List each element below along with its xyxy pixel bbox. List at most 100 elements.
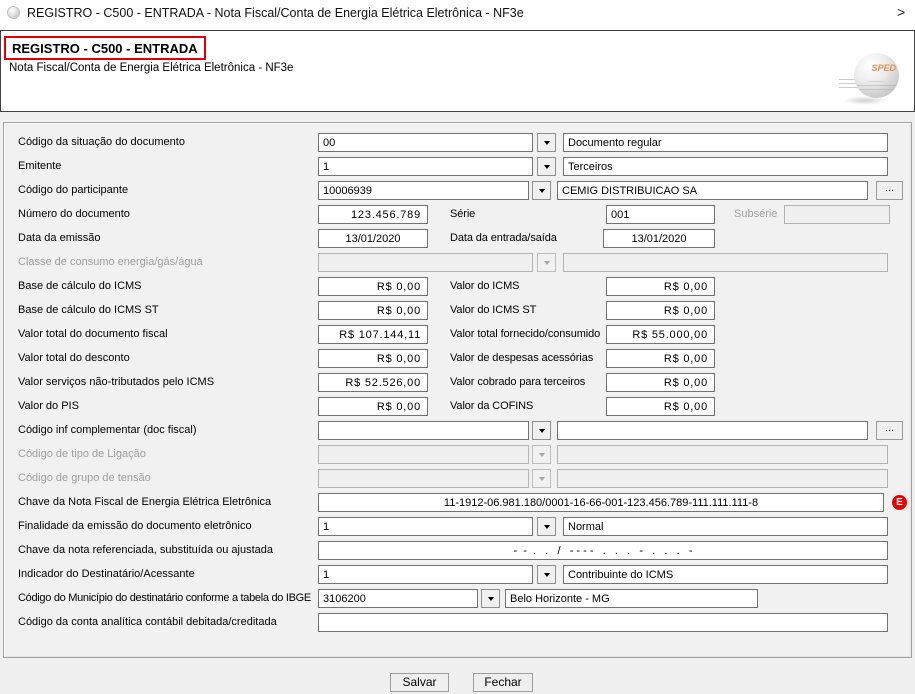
municipio-desc-field[interactable]: Belo Horizonte - MG	[505, 589, 758, 608]
grupo-tensao-dropdown-button	[532, 469, 551, 488]
label-serie: Série	[450, 205, 475, 224]
emitente-code-input[interactable]: 1	[318, 157, 533, 176]
app-icon	[7, 6, 20, 19]
sped-logo-icon: SPED	[854, 53, 899, 98]
chevron-down-icon	[544, 573, 550, 577]
tipo-ligacao-dropdown-button	[532, 445, 551, 464]
participante-dropdown-button[interactable]	[532, 181, 551, 200]
label-classe-consumo: Classe de consumo energia/gás/água	[18, 253, 203, 272]
inf-complementar-desc-field[interactable]	[557, 421, 868, 440]
label-municipio-ibge: Código do Município do destinatário conf…	[18, 589, 311, 608]
chevron-down-icon	[544, 141, 550, 145]
label-data-entrada: Data da entrada/saída	[450, 229, 557, 248]
situacao-desc-field[interactable]: Documento regular	[563, 133, 888, 152]
label-chave-referenciada: Chave da nota referenciada, substituída …	[18, 541, 273, 560]
label-bc-icms: Base de cálculo do ICMS	[18, 277, 142, 296]
chevron-down-icon	[544, 165, 550, 169]
chave-nf3e-input[interactable]: 11-1912-06.981.180/0001-16-66-001-123.45…	[318, 493, 884, 512]
label-valor-cofins: Valor da COFINS	[450, 397, 533, 416]
participante-browse-button[interactable]: ...	[876, 181, 903, 200]
participante-desc-field[interactable]: CEMIG DISTRIBUICAO SA	[557, 181, 868, 200]
valor-desconto-input[interactable]: R$ 0,00	[318, 349, 428, 368]
label-chave-nf3e: Chave da Nota Fiscal de Energia Elétrica…	[18, 493, 271, 512]
label-valor-icms: Valor do ICMS	[450, 277, 519, 296]
emitente-desc-field[interactable]: Terceiros	[563, 157, 888, 176]
window: REGISTRO - C500 - ENTRADA - Nota Fiscal/…	[0, 0, 915, 694]
label-indicador-destinatario: Indicador do Destinatário/Acessante	[18, 565, 195, 584]
despesas-acessorias-input[interactable]: R$ 0,00	[606, 349, 715, 368]
municipio-dropdown-button[interactable]	[481, 589, 500, 608]
valor-cofins-input[interactable]: R$ 0,00	[606, 397, 715, 416]
label-conta-analitica: Código da conta analítica contábil debit…	[18, 613, 277, 632]
label-valor-fornecido: Valor total fornecido/consumido	[450, 325, 600, 344]
bc-icms-st-input[interactable]: R$ 0,00	[318, 301, 428, 320]
tipo-ligacao-code-input	[318, 445, 529, 464]
label-participante: Código do participante	[18, 181, 128, 200]
indicador-code-input[interactable]: 1	[318, 565, 533, 584]
tipo-ligacao-desc-field	[557, 445, 888, 464]
label-tipo-ligacao: Código de tipo de Ligação	[18, 445, 146, 464]
label-valor-pis: Valor do PIS	[18, 397, 79, 416]
classe-code-input	[318, 253, 533, 272]
finalidade-code-input[interactable]: 1	[318, 517, 533, 536]
indicador-desc-field[interactable]: Contribuinte do ICMS	[563, 565, 888, 584]
valor-total-doc-input[interactable]: R$ 107.144,11	[318, 325, 428, 344]
inf-complementar-code-input[interactable]	[318, 421, 529, 440]
error-badge: E	[892, 495, 907, 510]
header-title-box: REGISTRO - C500 - ENTRADA	[4, 36, 206, 60]
chevron-down-icon	[539, 189, 545, 193]
classe-desc-field	[563, 253, 888, 272]
finalidade-dropdown-button[interactable]	[537, 517, 556, 536]
chevron-down-icon	[544, 261, 550, 265]
chevron-down-icon	[539, 477, 545, 481]
label-valor-desconto: Valor total do desconto	[18, 349, 130, 368]
save-button[interactable]: Salvar	[390, 673, 449, 692]
label-data-emissao: Data da emissão	[18, 229, 101, 248]
label-situacao: Código da situação do documento	[18, 133, 185, 152]
inf-complementar-browse-button[interactable]: ...	[876, 421, 903, 440]
conta-analitica-input[interactable]	[318, 613, 888, 632]
valor-pis-input[interactable]: R$ 0,00	[318, 397, 428, 416]
chevron-down-icon	[544, 525, 550, 529]
header-panel: REGISTRO - C500 - ENTRADA Nota Fiscal/Co…	[0, 30, 915, 112]
serie-input[interactable]: 001	[606, 205, 715, 224]
situacao-dropdown-button[interactable]	[537, 133, 556, 152]
emitente-dropdown-button[interactable]	[537, 157, 556, 176]
municipio-code-input[interactable]: 3106200	[318, 589, 478, 608]
chevron-down-icon	[539, 453, 545, 457]
chevron-down-icon	[488, 597, 494, 601]
chevron-down-icon	[539, 429, 545, 433]
label-finalidade: Finalidade da emissão do documento eletr…	[18, 517, 252, 536]
label-nao-tributados: Valor serviços não-tributados pelo ICMS	[18, 373, 214, 392]
page-title: REGISTRO - C500 - ENTRADA	[12, 41, 198, 56]
label-emitente: Emitente	[18, 157, 61, 176]
participante-code-input[interactable]: 10006939	[318, 181, 529, 200]
situacao-code-input[interactable]: 00	[318, 133, 533, 152]
classe-dropdown-button	[537, 253, 556, 272]
data-entrada-input[interactable]: 13/01/2020	[603, 229, 715, 248]
label-inf-complementar: Código inf complementar (doc fiscal)	[18, 421, 197, 440]
data-emissao-input[interactable]: 13/01/2020	[318, 229, 428, 248]
valor-icms-input[interactable]: R$ 0,00	[606, 277, 715, 296]
expand-chevron-icon[interactable]: >	[897, 4, 905, 20]
numero-input[interactable]: 123.456.789	[318, 205, 428, 224]
cobrado-terceiros-input[interactable]: R$ 0,00	[606, 373, 715, 392]
label-valor-icms-st: Valor do ICMS ST	[450, 301, 536, 320]
label-bc-icms-st: Base de cálculo do ICMS ST	[18, 301, 159, 320]
valor-icms-st-input[interactable]: R$ 0,00	[606, 301, 715, 320]
sped-logo-text: SPED	[871, 63, 896, 73]
finalidade-desc-field[interactable]: Normal	[563, 517, 888, 536]
close-button[interactable]: Fechar	[473, 673, 533, 692]
grupo-tensao-desc-field	[557, 469, 888, 488]
bc-icms-input[interactable]: R$ 0,00	[318, 277, 428, 296]
valor-fornecido-input[interactable]: R$ 55.000,00	[606, 325, 715, 344]
label-subserie: Subsérie	[734, 205, 777, 224]
inf-complementar-dropdown-button[interactable]	[532, 421, 551, 440]
page-subtitle: Nota Fiscal/Conta de Energia Elétrica El…	[9, 62, 293, 74]
chave-referenciada-input[interactable]: - - . . / - - - - . . . - . . . -	[318, 541, 888, 560]
label-cobrado-terceiros: Valor cobrado para terceiros	[450, 373, 585, 392]
indicador-dropdown-button[interactable]	[537, 565, 556, 584]
nao-tributados-input[interactable]: R$ 52.526,00	[318, 373, 428, 392]
window-title: REGISTRO - C500 - ENTRADA - Nota Fiscal/…	[27, 6, 524, 20]
label-numero: Número do documento	[18, 205, 130, 224]
